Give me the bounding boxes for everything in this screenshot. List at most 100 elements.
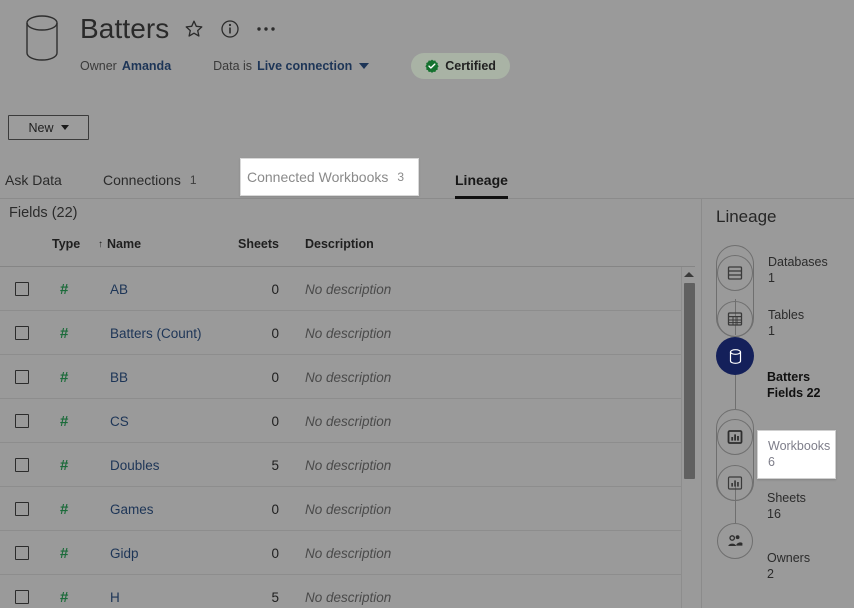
- field-name-link[interactable]: Gidp: [110, 531, 139, 575]
- lineage-label-owners[interactable]: Owners 2: [767, 550, 810, 582]
- row-checkbox[interactable]: [15, 531, 31, 575]
- info-circle-icon[interactable]: [219, 18, 241, 40]
- tab-connections[interactable]: Connections 1: [103, 163, 197, 197]
- lineage-label-text: Sheets: [767, 490, 806, 506]
- lineage-label-count: 2: [767, 566, 810, 582]
- fields-table-scrollbar[interactable]: [681, 267, 695, 608]
- row-checkbox[interactable]: [15, 443, 31, 487]
- more-horizontal-icon[interactable]: [255, 18, 277, 40]
- database-cylinder-icon: [22, 12, 62, 64]
- field-name-link[interactable]: CS: [110, 399, 129, 443]
- field-type-icon: #: [60, 575, 68, 608]
- field-type-icon: #: [60, 531, 68, 575]
- lineage-label-text: Workbooks: [768, 438, 825, 454]
- field-sheets-count: 0: [207, 487, 279, 531]
- lineage-label-count: 6: [768, 454, 825, 470]
- row-checkbox[interactable]: [15, 355, 31, 399]
- field-type-icon: #: [60, 487, 68, 531]
- checkbox-box[interactable]: [15, 326, 29, 340]
- row-checkbox[interactable]: [15, 399, 31, 443]
- table-row[interactable]: #CS0No description: [0, 399, 695, 443]
- lineage-label-text: Owners: [767, 550, 810, 566]
- certified-label: Certified: [445, 59, 496, 73]
- checkbox-box[interactable]: [15, 370, 29, 384]
- field-type-icon: #: [60, 443, 68, 487]
- new-button[interactable]: New: [8, 115, 89, 140]
- column-header-description[interactable]: Description: [305, 237, 374, 251]
- scroll-up-arrow-icon[interactable]: [682, 267, 695, 281]
- tab-ask-data[interactable]: Ask Data: [5, 163, 62, 197]
- lineage-node-workbooks[interactable]: [717, 419, 753, 455]
- column-header-name[interactable]: ↑Name: [98, 237, 141, 251]
- tab-label: Lineage: [455, 172, 508, 188]
- table-row[interactable]: #H5No description: [0, 575, 695, 608]
- chevron-down-icon[interactable]: [359, 63, 369, 69]
- lineage-label-text: Databases: [768, 254, 828, 270]
- table-row[interactable]: #Games0No description: [0, 487, 695, 531]
- tab-lineage[interactable]: Lineage: [455, 163, 508, 197]
- checkbox-box[interactable]: [15, 414, 29, 428]
- datasource-detail-page: Batters: [0, 0, 854, 608]
- field-description: No description: [305, 311, 391, 355]
- tab-bar: Ask Data Connections 1 Connected Workboo…: [0, 163, 854, 199]
- lineage-label-sheets[interactable]: Sheets 16: [767, 490, 806, 522]
- lineage-node-current-datasource[interactable]: [716, 337, 754, 375]
- checkbox-box[interactable]: [15, 282, 29, 296]
- column-header-name-label: Name: [107, 237, 141, 251]
- field-description: No description: [305, 355, 391, 399]
- lineage-connector: [735, 373, 737, 409]
- field-sheets-count: 0: [207, 355, 279, 399]
- chevron-down-icon: [61, 125, 69, 130]
- connection-type-value[interactable]: Live connection: [257, 59, 352, 73]
- table-row[interactable]: #Doubles5No description: [0, 443, 695, 487]
- checkbox-box[interactable]: [15, 502, 29, 516]
- owner-label: Owner: [80, 59, 117, 73]
- lineage-label-current-datasource[interactable]: Batters Fields 22: [767, 369, 821, 401]
- field-name-link[interactable]: Batters (Count): [110, 311, 202, 355]
- row-checkbox[interactable]: [15, 311, 31, 355]
- row-checkbox[interactable]: [15, 267, 31, 311]
- table-row[interactable]: #Batters (Count)0No description: [0, 311, 695, 355]
- field-name-link[interactable]: Games: [110, 487, 154, 531]
- scrollbar-thumb[interactable]: [684, 283, 695, 479]
- status-badge-certified[interactable]: Certified: [411, 53, 510, 79]
- owner-name[interactable]: Amanda: [122, 59, 171, 73]
- field-name-link[interactable]: Doubles: [110, 443, 160, 487]
- lineage-panel: Lineage: [701, 199, 854, 608]
- field-sheets-count: 0: [207, 531, 279, 575]
- field-description: No description: [305, 399, 391, 443]
- lineage-node-sheets[interactable]: [717, 465, 753, 501]
- row-checkbox[interactable]: [15, 575, 31, 608]
- field-name-link[interactable]: BB: [110, 355, 128, 399]
- page-title: Batters: [80, 12, 169, 46]
- table-row[interactable]: #Gidp0No description: [0, 531, 695, 575]
- checkbox-box[interactable]: [15, 590, 29, 604]
- tab-connected-workbooks[interactable]: Connected Workbooks 3: [240, 158, 419, 196]
- lineage-label-count: Fields 22: [767, 385, 821, 401]
- table-row[interactable]: #AB0No description: [0, 267, 695, 311]
- row-checkbox[interactable]: [15, 487, 31, 531]
- star-icon[interactable]: [183, 18, 205, 40]
- checkbox-box[interactable]: [15, 458, 29, 472]
- column-header-sheets[interactable]: Sheets: [207, 237, 279, 251]
- field-sheets-count: 0: [207, 267, 279, 311]
- users-icon: [725, 532, 745, 550]
- column-header-type[interactable]: Type: [52, 237, 80, 251]
- certified-seal-icon: [425, 59, 439, 73]
- lineage-node-owners[interactable]: [717, 523, 753, 559]
- table-grid-icon: [726, 310, 744, 328]
- data-is-label: Data is: [213, 59, 252, 73]
- lineage-label-databases[interactable]: Databases 1: [768, 254, 828, 286]
- checkbox-box[interactable]: [15, 546, 29, 560]
- field-type-icon: #: [60, 311, 68, 355]
- table-row[interactable]: #BB0No description: [0, 355, 695, 399]
- field-name-link[interactable]: AB: [110, 267, 128, 311]
- lineage-node-databases[interactable]: [717, 255, 753, 291]
- field-name-link[interactable]: H: [110, 575, 120, 608]
- lineage-node-tables[interactable]: [717, 301, 753, 337]
- lineage-label-workbooks[interactable]: Workbooks 6: [757, 430, 836, 479]
- field-sheets-count: 0: [207, 399, 279, 443]
- field-sheets-count: 5: [207, 443, 279, 487]
- lineage-label-tables[interactable]: Tables 1: [768, 307, 804, 339]
- lineage-label-count: 1: [768, 323, 804, 339]
